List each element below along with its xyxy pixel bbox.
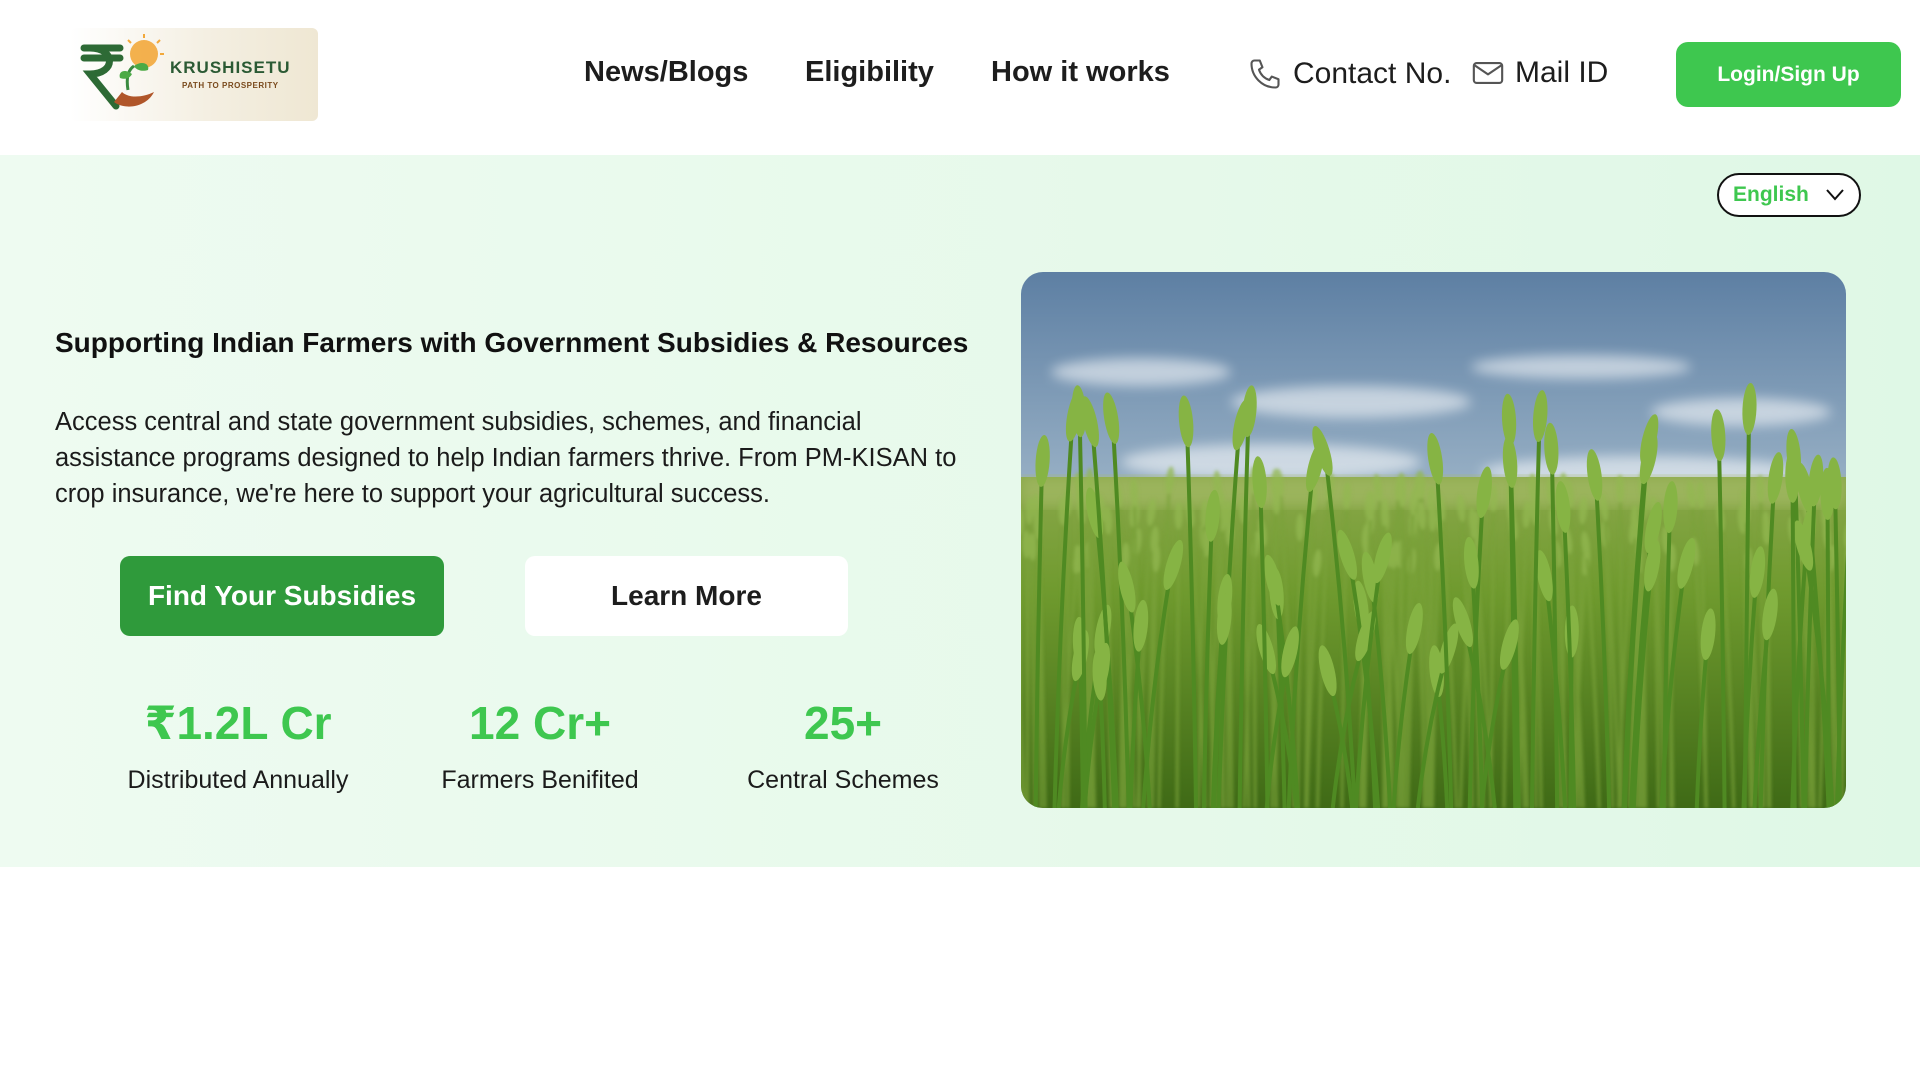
stat-farmers: 12 Cr+ Farmers Benifited	[410, 700, 670, 795]
stat-label: Central Schemes	[747, 766, 939, 794]
contact-mail-link[interactable]: Mail ID	[1471, 56, 1608, 90]
hero-title: Supporting Indian Farmers with Governmen…	[55, 327, 969, 358]
nav-how-it-works[interactable]: How it works	[991, 56, 1170, 89]
stat-value: 25+	[803, 697, 883, 749]
stat-value: ₹1.2L Cr	[144, 697, 332, 749]
hero-section: English Supporting Indian Farmers with G…	[0, 155, 1920, 867]
contact-phone-label: Contact No.	[1293, 57, 1452, 90]
language-select[interactable]: English	[1717, 173, 1861, 217]
stat-value: 12 Cr+	[469, 697, 611, 749]
contact-mail-label: Mail ID	[1515, 56, 1609, 89]
login-signup-button[interactable]: Login/Sign Up	[1676, 42, 1901, 107]
learn-more-button[interactable]: Learn More	[525, 556, 848, 636]
site-header: KRUSHISETU PATH TO PROSPERITY News/Blogs…	[0, 0, 1920, 155]
logo-rupee-plant-icon	[80, 34, 164, 110]
find-subsidies-button[interactable]: Find Your Subsidies	[120, 556, 444, 636]
stat-distributed: ₹1.2L Cr Distributed Annually	[108, 700, 368, 795]
logo-tagline: PATH TO PROSPERITY	[182, 81, 279, 90]
logo-name: KRUSHISETU	[170, 58, 291, 77]
wheat-field-image	[1021, 272, 1846, 808]
nav-news-blogs[interactable]: News/Blogs	[584, 56, 748, 89]
nav-eligibility[interactable]: Eligibility	[805, 56, 934, 89]
stat-label: Distributed Annually	[127, 766, 349, 794]
chevron-down-icon	[1826, 189, 1844, 201]
contact-phone-link[interactable]: Contact No.	[1247, 56, 1451, 92]
stat-schemes: 25+ Central Schemes	[713, 700, 973, 795]
language-selected: English	[1733, 183, 1809, 206]
logo[interactable]: KRUSHISETU PATH TO PROSPERITY	[70, 28, 318, 121]
stat-label: Farmers Benifited	[441, 766, 639, 794]
hero-description: Access central and state government subs…	[55, 408, 957, 508]
mail-icon	[1472, 62, 1504, 84]
phone-icon	[1250, 59, 1280, 89]
